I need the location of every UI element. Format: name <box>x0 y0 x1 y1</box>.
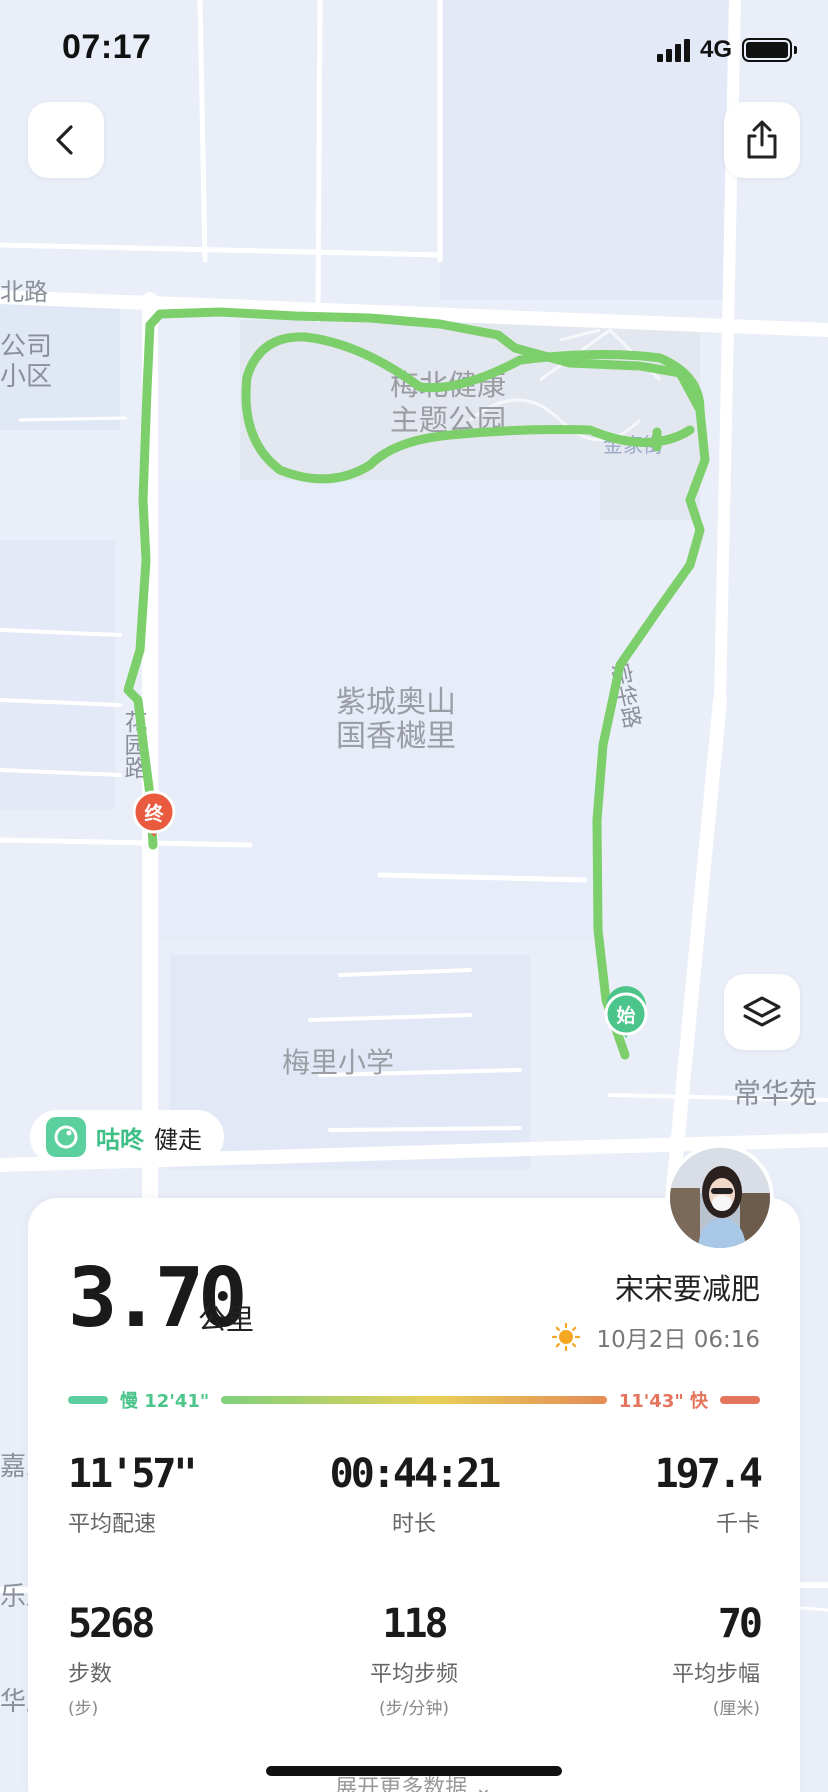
share-icon <box>747 120 777 159</box>
steps-stat: 5268 步数 (步) <box>68 1604 298 1719</box>
stat-label: 平均步频 <box>369 1662 458 1687</box>
chevron-left-icon <box>56 125 73 155</box>
app-brand: 咕咚 健走 <box>30 1110 224 1164</box>
start-marker[interactable]: 始 <box>604 986 648 1038</box>
activity-type: 健走 <box>154 1125 202 1154</box>
avatar[interactable] <box>666 1144 774 1252</box>
status-indicators: 4G <box>656 36 797 64</box>
status-bar: 07:17 4G <box>0 0 828 100</box>
layers-icon <box>743 996 781 1027</box>
stat-label: 平均配速 <box>68 1512 157 1537</box>
stat-value: 11'57" <box>68 1451 198 1497</box>
pace-gradient <box>221 1396 607 1404</box>
stat-value: 5268 <box>68 1601 155 1647</box>
home-indicator[interactable] <box>266 1766 562 1776</box>
stat-label: 时长 <box>391 1512 436 1537</box>
map-label: 公司 <box>0 332 52 362</box>
user-name[interactable]: 宋宋要减肥 <box>615 1266 760 1308</box>
share-button[interactable] <box>724 102 800 178</box>
map-label: 小区 <box>0 362 52 392</box>
status-time: 07:17 <box>62 28 152 66</box>
back-button[interactable] <box>28 102 104 178</box>
stat-label: 千卡 <box>715 1512 760 1537</box>
calories-stat: 197.4 千卡 <box>530 1451 763 1538</box>
fast-pace-label: 11'43" 快 <box>618 1391 708 1412</box>
workout-datetime: 10月2日 06:16 <box>551 1320 761 1354</box>
fast-pace-marker <box>720 1396 760 1404</box>
pace-range-bar: 慢 12'41" 11'43" 快 <box>68 1388 760 1412</box>
signal-icon <box>656 38 690 62</box>
map-label: 常华苑 <box>733 1077 817 1110</box>
sun-icon <box>551 1322 581 1352</box>
codoon-logo-icon <box>46 1117 86 1157</box>
stat-value: 00:44:21 <box>329 1451 502 1497</box>
stat-unit: (步) <box>68 1699 99 1719</box>
chevron-down-icon: ⌄ <box>474 1776 493 1792</box>
workout-date: 10月2日 06:16 <box>596 1327 761 1353</box>
battery-icon <box>742 38 797 62</box>
stat-value: 70 <box>717 1601 763 1647</box>
map-label: 梅里小学 <box>282 1046 394 1079</box>
workout-summary-card: 3.70 公里 宋宋要减肥 10月2日 06:16 慢 12'41" 11'43… <box>28 1198 800 1792</box>
end-marker-label: 终 <box>144 802 164 825</box>
stat-value: 118 <box>382 1601 448 1647</box>
avg-pace-stat: 11'57" 平均配速 <box>68 1454 298 1538</box>
stat-unit: (步/分钟) <box>379 1699 449 1719</box>
map-label: 国香樾里 <box>336 719 456 754</box>
stride-stat: 70 平均步幅 (厘米) <box>530 1601 763 1719</box>
map-label: 北路 <box>0 278 48 306</box>
start-marker-label: 始 <box>616 1004 635 1027</box>
slow-pace-marker <box>68 1396 108 1404</box>
map-label: 紫城奥山 <box>336 685 456 720</box>
stat-unit: (厘米) <box>712 1699 760 1719</box>
network-type: 4G <box>699 36 732 63</box>
avatar-photo <box>670 1148 770 1248</box>
stat-label: 步数 <box>68 1662 113 1687</box>
duration-stat: 00:44:21 时长 <box>299 1454 529 1538</box>
slow-pace-label: 慢 12'41" <box>120 1391 210 1412</box>
expand-more-label: 展开更多数据 <box>335 1776 468 1792</box>
layers-button[interactable] <box>724 974 800 1050</box>
stat-label: 平均步幅 <box>671 1662 760 1687</box>
cadence-stat: 118 平均步频 (步/分钟) <box>299 1604 529 1719</box>
brand-name: 咕咚 <box>96 1125 144 1154</box>
stat-value: 197.4 <box>654 1451 763 1497</box>
distance-unit: 公里 <box>198 1303 255 1336</box>
